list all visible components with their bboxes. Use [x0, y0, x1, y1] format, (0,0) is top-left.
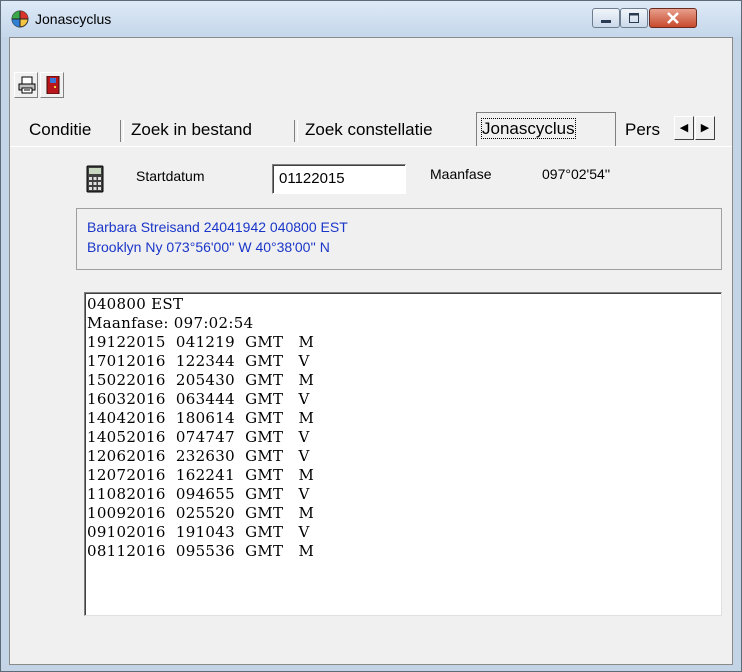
- tab-zoek-constellatie[interactable]: Zoek constellatie: [300, 114, 438, 146]
- result-line: 12072016 162241 GMT M: [87, 466, 315, 484]
- exit-button[interactable]: [40, 72, 64, 98]
- result-line: 17012016 122344 GMT V: [87, 352, 310, 370]
- tab-jonascyclus-label: Jonascyclus: [481, 118, 576, 139]
- startdatum-label: Startdatum: [136, 168, 205, 184]
- tab-scroll-right-button[interactable]: ▶: [695, 116, 715, 140]
- result-line: 15022016 205430 GMT M: [87, 371, 315, 389]
- close-button[interactable]: [649, 8, 697, 28]
- calculate-button[interactable]: [84, 164, 106, 194]
- result-line: 16032016 063444 GMT V: [87, 390, 310, 408]
- result-line: 11082016 094655 GMT V: [87, 485, 310, 503]
- toolbar: [10, 38, 732, 104]
- maanfase-label: Maanfase: [430, 166, 492, 182]
- result-line: 040800 EST: [87, 295, 184, 313]
- subject-name-line: Barbara Streisand 24041942 040800 EST: [87, 219, 348, 235]
- result-line: 14052016 074747 GMT V: [87, 428, 310, 446]
- print-button[interactable]: [14, 72, 38, 98]
- tab-separator: [120, 120, 124, 142]
- app-logo-icon: [11, 10, 29, 28]
- tab-separator: [294, 120, 298, 142]
- minimize-button[interactable]: [592, 8, 620, 28]
- result-line: 09102016 191043 GMT V: [87, 523, 310, 541]
- subject-location-line: Brooklyn Ny 073°56'00'' W 40°38'00'' N: [87, 239, 330, 255]
- subject-info-box: Barbara Streisand 24041942 040800 EST Br…: [76, 208, 722, 270]
- minimize-icon: [601, 20, 611, 23]
- close-icon: [667, 12, 679, 24]
- window-title: Jonascyclus: [35, 11, 112, 27]
- printer-icon: [18, 76, 36, 94]
- exit-door-icon: [46, 76, 60, 94]
- result-line: 10092016 025520 GMT M: [87, 504, 315, 522]
- result-line: 19122015 041219 GMT M: [87, 333, 315, 351]
- app-window: Jonascyclus Conditie Zoek in bestand Zoe…: [0, 0, 742, 672]
- tab-pers[interactable]: Pers: [620, 114, 665, 146]
- tab-jonascyclus[interactable]: Jonascyclus: [476, 112, 616, 146]
- arrow-left-icon: ◀: [679, 122, 689, 134]
- result-line: 14042016 180614 GMT M: [87, 409, 315, 427]
- result-line: 12062016 232630 GMT V: [87, 447, 310, 465]
- startdatum-input[interactable]: 01122015: [272, 164, 406, 194]
- arrow-right-icon: ▶: [700, 122, 710, 134]
- results-memo[interactable]: 040800 EST Maanfase: 097:02:54 19122015 …: [84, 292, 722, 616]
- client-area: Conditie Zoek in bestand Zoek constellat…: [9, 37, 733, 665]
- title-bar[interactable]: Jonascyclus: [1, 1, 741, 37]
- maanfase-value: 097°02'54'': [542, 166, 611, 182]
- tab-strip: Conditie Zoek in bestand Zoek constellat…: [10, 112, 732, 146]
- tab-zoek-in-bestand[interactable]: Zoek in bestand: [126, 114, 257, 146]
- calculator-icon: [86, 165, 104, 193]
- tab-scroll-left-button[interactable]: ◀: [674, 116, 694, 140]
- tab-conditie[interactable]: Conditie: [24, 114, 96, 146]
- maximize-icon: [629, 13, 639, 23]
- maximize-button[interactable]: [620, 8, 648, 28]
- result-line: Maanfase: 097:02:54: [87, 314, 254, 332]
- result-line: 08112016 095536 GMT M: [87, 542, 315, 560]
